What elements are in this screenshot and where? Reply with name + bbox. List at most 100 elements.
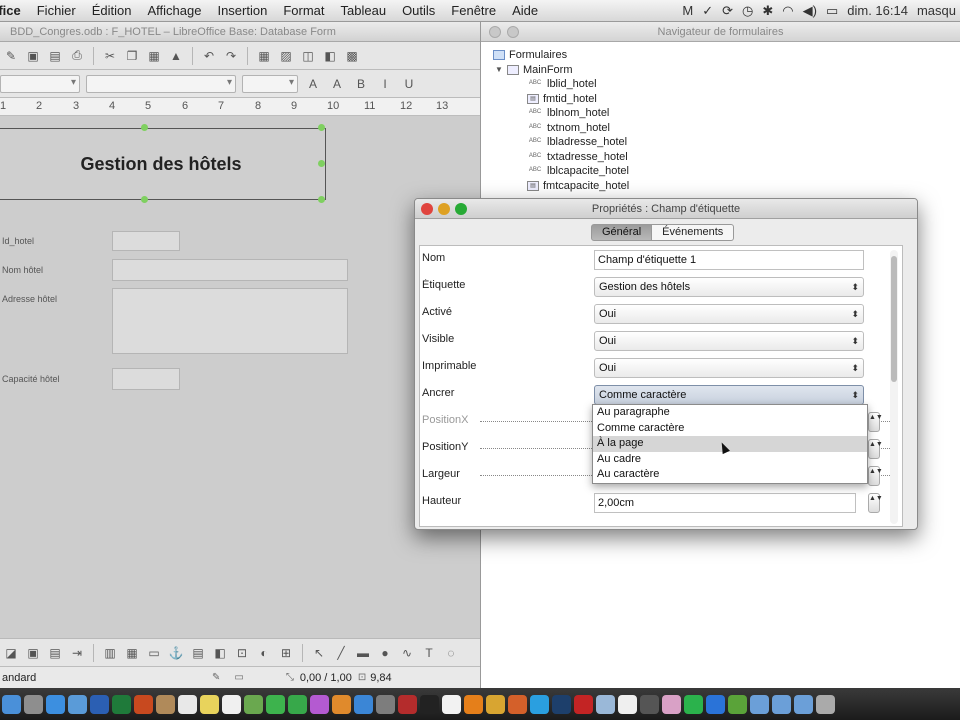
spin-button[interactable]: ▲▼: [868, 466, 883, 486]
minimize-button[interactable]: [507, 26, 519, 38]
battery-icon[interactable]: ▭: [826, 3, 838, 19]
digital-signature-icon[interactable]: ▭: [234, 672, 243, 683]
control-properties-icon[interactable]: ▣: [24, 644, 42, 662]
grid-icon[interactable]: ⊞: [277, 644, 295, 662]
contacts-icon[interactable]: [156, 694, 175, 714]
form-title-label[interactable]: Gestion des hôtels: [0, 128, 326, 200]
close-button[interactable]: [489, 26, 501, 38]
chrome-icon[interactable]: [486, 694, 505, 714]
checkmark-icon[interactable]: ✓: [702, 3, 713, 19]
cut-icon[interactable]: ✂: [101, 47, 119, 65]
label-id-hotel[interactable]: Id_hotel: [2, 236, 34, 246]
tree-control-item[interactable]: ABC lbladresse_hotel: [481, 135, 960, 150]
spin-button[interactable]: ▲▼: [868, 412, 883, 432]
tree-control-item[interactable]: ▤ fmtid_hotel: [481, 92, 960, 107]
finder-icon[interactable]: [2, 694, 21, 714]
modified-indicator-icon[interactable]: ✎: [212, 672, 220, 683]
selection-handle[interactable]: [318, 124, 325, 131]
terminal-icon[interactable]: [420, 694, 439, 714]
menu-tableau[interactable]: Tableau: [333, 0, 395, 21]
launchpad-icon[interactable]: [24, 694, 43, 714]
prop-visible-select[interactable]: Oui ⬍: [594, 331, 864, 351]
selection-handle[interactable]: [318, 196, 325, 203]
menu-affichage[interactable]: Affichage: [140, 0, 210, 21]
chart-icon[interactable]: ▦: [123, 644, 141, 662]
menu-fichier[interactable]: Fichier: [29, 0, 84, 21]
wifi-icon[interactable]: ◠: [782, 3, 793, 19]
table-icon[interactable]: ▦: [255, 47, 273, 65]
line-icon[interactable]: ╱: [332, 644, 350, 662]
prop-anchor-select[interactable]: Comme caractère ⬍: [594, 385, 864, 405]
dropbox-icon[interactable]: [706, 694, 725, 714]
scrollbar-thumb[interactable]: [891, 256, 897, 382]
label-nom-hotel[interactable]: Nom hôtel: [2, 265, 43, 275]
italic-icon[interactable]: I: [376, 75, 394, 93]
reminders-icon[interactable]: [222, 694, 241, 714]
messages-icon[interactable]: [266, 694, 285, 714]
time-machine-icon[interactable]: ◷: [742, 3, 753, 19]
field-id-hotel[interactable]: [112, 231, 180, 251]
safari-icon[interactable]: [46, 694, 65, 714]
anchor-option[interactable]: Au caractère: [593, 467, 867, 483]
prop-name-input[interactable]: Champ d'étiquette 1: [594, 250, 864, 270]
tree-control-item[interactable]: ABC txtadresse_hotel: [481, 150, 960, 165]
prop-label-text-select[interactable]: Gestion des hôtels ⬍: [594, 277, 864, 297]
downloads-folder-icon[interactable]: [750, 694, 769, 714]
mail-icon[interactable]: [68, 694, 87, 714]
facetime-icon[interactable]: [288, 694, 307, 714]
acrobat-icon[interactable]: [574, 694, 593, 714]
callout-icon[interactable]: ◌: [442, 644, 460, 662]
spin-button[interactable]: ▲▼: [868, 439, 883, 459]
anchor-option[interactable]: Au cadre: [593, 452, 867, 468]
firefox-icon[interactable]: [508, 694, 527, 714]
label-adresse-hotel[interactable]: Adresse hôtel: [2, 294, 57, 304]
select-arrow-icon[interactable]: ↖: [310, 644, 328, 662]
preview-icon[interactable]: [596, 694, 615, 714]
notes-icon[interactable]: [200, 694, 219, 714]
align-icon[interactable]: ▤: [189, 644, 207, 662]
form-properties-icon[interactable]: ▤: [46, 644, 64, 662]
documents-folder-icon[interactable]: [772, 694, 791, 714]
font-size-combo[interactable]: ▾: [242, 74, 298, 93]
evernote-icon[interactable]: [728, 694, 747, 714]
form-design-canvas[interactable]: Gestion des hôtels Id_hotel Nom hôtel Ad…: [0, 116, 480, 656]
image-icon[interactable]: ▨: [277, 47, 295, 65]
ellipse-icon[interactable]: ●: [376, 644, 394, 662]
tree-control-item[interactable]: ABC lblcapacite_hotel: [481, 164, 960, 179]
style-combo[interactable]: ▾: [0, 74, 80, 93]
photos-icon[interactable]: [662, 694, 681, 714]
user-name[interactable]: masqu: [917, 3, 956, 18]
selection-handle[interactable]: [318, 160, 325, 167]
tree-control-item[interactable]: ABC lblid_hotel: [481, 77, 960, 92]
export-pdf-icon[interactable]: ▤: [46, 47, 64, 65]
properties-scrollbar[interactable]: [890, 250, 898, 524]
save-icon[interactable]: ▣: [24, 47, 42, 65]
edit-mode-icon[interactable]: ✎: [2, 47, 20, 65]
comment-icon[interactable]: ▭: [145, 644, 163, 662]
anchor-option[interactable]: Au paragraphe: [593, 405, 867, 421]
underline-icon[interactable]: U: [400, 75, 418, 93]
menu-outils[interactable]: Outils: [394, 0, 443, 21]
field-nom-hotel[interactable]: [112, 259, 348, 281]
dialog-zoom-button[interactable]: [455, 203, 467, 215]
rectangle-icon[interactable]: ▬: [354, 644, 372, 662]
redo-icon[interactable]: ↷: [222, 47, 240, 65]
powerpoint-icon[interactable]: [134, 694, 153, 714]
app-menu[interactable]: ffice: [0, 0, 29, 21]
label-capacite-hotel[interactable]: Capacité hôtel: [2, 374, 60, 384]
horizontal-ruler[interactable]: 1 2 3 4 5 6 7 8 9 10 11 12 13: [0, 98, 480, 116]
sync-icon[interactable]: ⟳: [722, 3, 733, 19]
spin-button[interactable]: ▲▼: [868, 493, 883, 513]
undo-icon[interactable]: ↶: [200, 47, 218, 65]
prop-printable-select[interactable]: Oui ⬍: [594, 358, 864, 378]
anchor-icon[interactable]: ⚓: [167, 644, 185, 662]
app-store-icon[interactable]: [354, 694, 373, 714]
libreoffice-icon[interactable]: [442, 694, 461, 714]
calendar-icon[interactable]: [178, 694, 197, 714]
word-icon[interactable]: [90, 694, 109, 714]
copy-icon[interactable]: ❐: [123, 47, 141, 65]
page-style[interactable]: andard: [0, 672, 140, 684]
applications-folder-icon[interactable]: [794, 694, 813, 714]
spotify-icon[interactable]: [684, 694, 703, 714]
gallery-icon[interactable]: ▩: [343, 47, 361, 65]
